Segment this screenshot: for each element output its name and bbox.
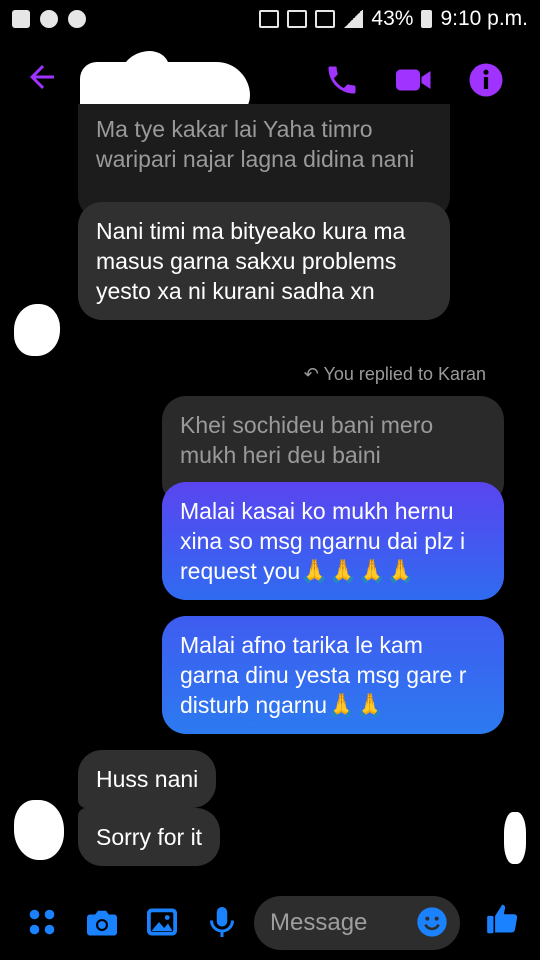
incoming-message[interactable]: Sorry for it [78,808,221,866]
camera-icon[interactable] [84,904,120,940]
thumbs-up-icon[interactable] [484,900,522,938]
outgoing-message[interactable]: Malai afno tarika le kam garna dinu yest… [162,616,504,734]
reply-arrow-icon: ↶ [303,364,324,384]
incoming-message[interactable]: Nani timi ma bityeako kura ma masus garn… [78,202,450,320]
sender-avatar-redacted [14,304,60,356]
mute-icon [259,10,280,28]
clock: 9:10 p.m. [440,7,528,30]
phone-call-icon[interactable] [324,62,360,98]
reply-note-text: You replied to Karan [323,364,486,384]
reply-indicator: ↶ You replied to Karan [304,364,486,385]
composer-bar [0,890,540,960]
status-bar: 43% 9:10 p.m. [0,0,540,38]
battery-percent: 43% [371,7,414,30]
apps-icon[interactable] [24,904,60,940]
messenger-notification-icon [40,10,58,28]
signal-icon [343,10,364,28]
incoming-message[interactable]: Huss nani [78,750,217,808]
microphone-icon[interactable] [204,904,240,940]
outgoing-message[interactable]: Malai kasai ko mukh hernu xina so msg ng… [162,482,504,600]
gallery-icon[interactable] [144,904,180,940]
settings-notification-icon [68,10,86,28]
video-call-icon[interactable] [394,62,434,98]
info-icon[interactable] [468,62,504,98]
battery-icon [421,10,433,28]
back-arrow-icon[interactable] [24,59,60,95]
sender-avatar-redacted [14,800,64,860]
sim-icon [315,10,336,28]
emoji-icon[interactable] [416,906,448,938]
seen-avatar-redacted [504,812,526,864]
gallery-notification-icon [12,10,30,28]
wifi-icon [287,10,308,28]
